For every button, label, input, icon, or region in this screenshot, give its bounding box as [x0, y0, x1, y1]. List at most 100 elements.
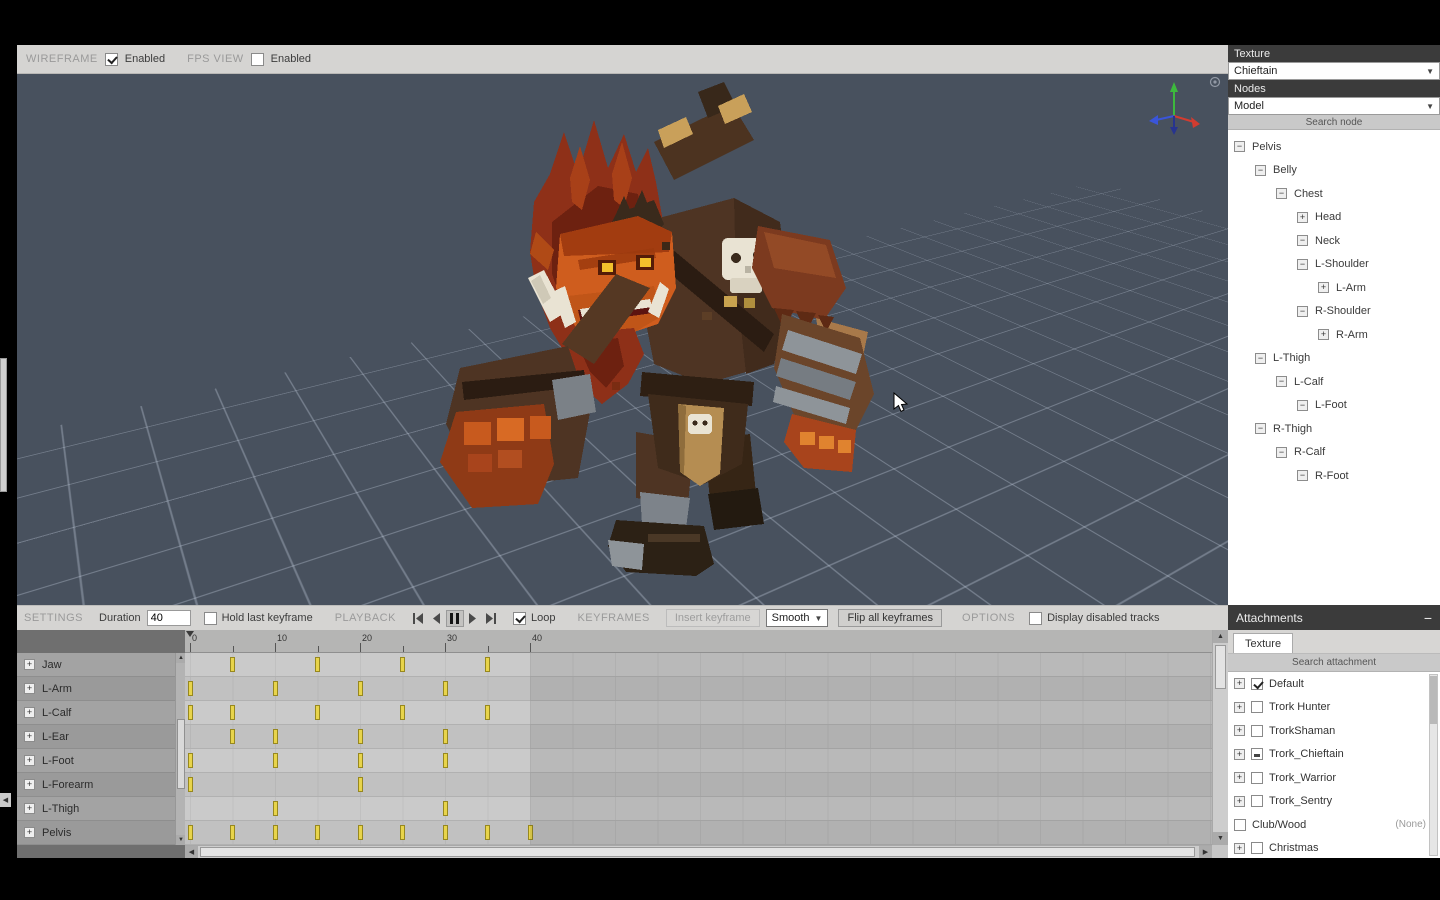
- tab-texture[interactable]: Texture: [1233, 633, 1293, 653]
- keyframe-marker[interactable]: [400, 705, 405, 720]
- attachment-club-wood[interactable]: Club/Wood(None): [1228, 813, 1431, 837]
- flip-all-keyframes-button[interactable]: Flip all keyframes: [838, 609, 942, 627]
- skip-end-button[interactable]: [482, 610, 500, 627]
- expand-icon[interactable]: +: [1234, 702, 1245, 713]
- scroll-up-icon[interactable]: ▲: [1213, 630, 1228, 643]
- keyframe-marker[interactable]: [188, 753, 193, 768]
- tree-node-l-shoulder[interactable]: −L-Shoulder: [1228, 253, 1440, 277]
- tree-node-r-shoulder[interactable]: −R-Shoulder: [1228, 300, 1440, 324]
- attachment-christmas[interactable]: +Christmas: [1228, 837, 1431, 859]
- collapse-icon[interactable]: −: [1297, 306, 1308, 317]
- attachment-checkbox[interactable]: [1251, 725, 1263, 737]
- keyframe-marker[interactable]: [485, 705, 490, 720]
- collapse-icon[interactable]: −: [1297, 259, 1308, 270]
- keyframe-marker[interactable]: [443, 729, 448, 744]
- step-forward-button[interactable]: [464, 610, 482, 627]
- keyframe-marker[interactable]: [230, 729, 235, 744]
- keyframe-marker[interactable]: [315, 657, 320, 672]
- scroll-down-icon[interactable]: ▼: [1213, 832, 1228, 845]
- collapse-icon[interactable]: −: [1297, 400, 1308, 411]
- expand-icon[interactable]: +: [1318, 329, 1329, 340]
- tree-node-neck[interactable]: −Neck: [1228, 229, 1440, 253]
- track-frames-l-arm[interactable]: [185, 677, 1212, 701]
- track-expand-icon[interactable]: +: [24, 755, 35, 766]
- wireframe-checkbox[interactable]: [105, 53, 118, 66]
- track-frames-l-forearm[interactable]: [185, 773, 1212, 797]
- track-row-l-thigh[interactable]: +L-Thigh: [17, 797, 175, 821]
- keyframe-marker[interactable]: [273, 825, 278, 840]
- keyframe-marker[interactable]: [358, 753, 363, 768]
- collapse-left-panel-icon[interactable]: ◀: [0, 793, 11, 807]
- collapse-icon[interactable]: −: [1255, 353, 1266, 364]
- attachment-trork-chieftain[interactable]: +Trork_Chieftain: [1228, 743, 1431, 767]
- tree-node-r-thigh[interactable]: −R-Thigh: [1228, 417, 1440, 441]
- collapse-icon[interactable]: −: [1276, 376, 1287, 387]
- display-disabled-checkbox[interactable]: [1029, 612, 1042, 625]
- tree-node-l-thigh[interactable]: −L-Thigh: [1228, 347, 1440, 371]
- nodes-select[interactable]: Model ▼: [1228, 97, 1440, 115]
- tree-node-belly[interactable]: −Belly: [1228, 159, 1440, 183]
- tree-node-head[interactable]: +Head: [1228, 206, 1440, 230]
- expand-icon[interactable]: +: [1234, 749, 1245, 760]
- attachment-trork-sentry[interactable]: +Trork_Sentry: [1228, 790, 1431, 814]
- track-row-l-forearm[interactable]: +L-Forearm: [17, 773, 175, 797]
- timeline-vertical-scrollbar[interactable]: ▲ ▼: [1212, 630, 1228, 845]
- track-expand-icon[interactable]: +: [24, 827, 35, 838]
- expand-icon[interactable]: +: [1297, 212, 1308, 223]
- attachment-checkbox[interactable]: [1251, 795, 1263, 807]
- collapse-icon[interactable]: −: [1276, 188, 1287, 199]
- scrollbar-thumb[interactable]: [200, 847, 1195, 857]
- keyframe-marker[interactable]: [485, 825, 490, 840]
- keyframe-marker[interactable]: [188, 777, 193, 792]
- track-names-scrollbar[interactable]: ▲ ▼: [175, 653, 185, 845]
- expand-icon[interactable]: +: [1234, 772, 1245, 783]
- keyframe-marker[interactable]: [443, 681, 448, 696]
- track-row-l-foot[interactable]: +L-Foot: [17, 749, 175, 773]
- timeline-ruler[interactable]: 010203040: [185, 630, 1212, 653]
- keyframe-marker[interactable]: [528, 825, 533, 840]
- keyframe-marker[interactable]: [273, 729, 278, 744]
- texture-select[interactable]: Chieftain ▼: [1228, 62, 1440, 80]
- search-node-input[interactable]: [1228, 115, 1440, 130]
- axis-gizmo[interactable]: [1144, 80, 1204, 140]
- keyframe-marker[interactable]: [188, 681, 193, 696]
- expand-icon[interactable]: +: [1234, 725, 1245, 736]
- track-frames-l-calf[interactable]: [185, 701, 1212, 725]
- keyframe-marker[interactable]: [358, 681, 363, 696]
- track-row-l-ear[interactable]: +L-Ear: [17, 725, 175, 749]
- timeline-horizontal-scrollbar[interactable]: ◀ ▶: [185, 845, 1212, 858]
- keyframe-marker[interactable]: [400, 825, 405, 840]
- track-expand-icon[interactable]: +: [24, 731, 35, 742]
- tree-node-r-arm[interactable]: +R-Arm: [1228, 323, 1440, 347]
- track-frames-jaw[interactable]: [185, 653, 1212, 677]
- keyframe-marker[interactable]: [230, 705, 235, 720]
- keyframe-marker[interactable]: [358, 777, 363, 792]
- keyframe-marker[interactable]: [315, 705, 320, 720]
- keyframe-marker[interactable]: [443, 801, 448, 816]
- step-back-button[interactable]: [428, 610, 446, 627]
- left-scrollbar[interactable]: [0, 358, 7, 492]
- interpolation-select[interactable]: Smooth ▼: [766, 609, 829, 627]
- keyframe-marker[interactable]: [358, 825, 363, 840]
- track-expand-icon[interactable]: +: [24, 683, 35, 694]
- attachment-checkbox[interactable]: [1251, 678, 1263, 690]
- expand-icon[interactable]: +: [1234, 796, 1245, 807]
- attachment-checkbox[interactable]: [1251, 772, 1263, 784]
- keyframe-marker[interactable]: [230, 825, 235, 840]
- collapse-icon[interactable]: −: [1255, 165, 1266, 176]
- pause-button[interactable]: [446, 610, 464, 627]
- skip-start-button[interactable]: [410, 610, 428, 627]
- expand-icon[interactable]: +: [1234, 678, 1245, 689]
- track-frames-l-foot[interactable]: [185, 749, 1212, 773]
- track-frames-l-thigh[interactable]: [185, 797, 1212, 821]
- scrollbar-thumb[interactable]: [177, 719, 185, 789]
- track-expand-icon[interactable]: +: [24, 659, 35, 670]
- track-row-jaw[interactable]: +Jaw: [17, 653, 175, 677]
- track-expand-icon[interactable]: +: [24, 779, 35, 790]
- collapse-icon[interactable]: −: [1297, 470, 1308, 481]
- attachment-checkbox[interactable]: [1251, 701, 1263, 713]
- keyframe-marker[interactable]: [358, 729, 363, 744]
- loop-checkbox[interactable]: [513, 612, 526, 625]
- keyframe-marker[interactable]: [315, 825, 320, 840]
- track-frames-pelvis[interactable]: [185, 821, 1212, 845]
